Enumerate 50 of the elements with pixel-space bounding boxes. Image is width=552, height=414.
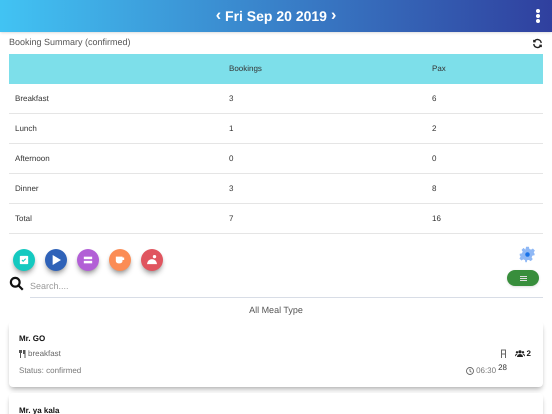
table-cell-text: Dinner <box>14 182 40 194</box>
search-field[interactable]: Search.... <box>30 274 543 298</box>
table-number: 28 <box>498 362 507 374</box>
cup-button[interactable] <box>109 249 131 271</box>
menu-button[interactable] <box>507 270 539 286</box>
guest-name: Mr. GO <box>19 332 46 344</box>
guest-name: Mr. ya kala <box>19 404 60 414</box>
table-cell-text: 16 <box>432 212 442 224</box>
menu-icon <box>520 276 526 280</box>
table-cell-text: 7 <box>229 212 234 224</box>
table-cell-text: 6 <box>432 92 438 104</box>
calendar-icon <box>19 255 29 265</box>
list-button[interactable] <box>77 249 99 271</box>
table-cell-text: Lunch <box>14 122 38 134</box>
booking-card[interactable]: Mr. ya kala <box>9 392 543 414</box>
table-cell-text: 0 <box>432 152 438 164</box>
table-cell-text: 8 <box>432 182 438 194</box>
booking-time: 06:30 <box>476 364 496 376</box>
summary-title: Booking Summary (confirmed) <box>9 36 131 50</box>
people-icon <box>514 350 525 357</box>
cup-icon <box>115 255 125 265</box>
play-icon <box>51 255 61 265</box>
cutlery-icon <box>19 350 26 358</box>
booking-status: Status: confirmed <box>19 364 82 376</box>
table-cell-text: 2 <box>432 122 438 134</box>
chair-icon <box>500 349 507 358</box>
meal-type: breakfast <box>28 348 61 360</box>
table-cell-text: 3 <box>229 182 234 194</box>
play-button[interactable] <box>45 249 67 271</box>
calendar-check-button[interactable] <box>13 249 35 271</box>
booking-card[interactable]: Mr. GO breakfast 2 Status: confirmed 06:30 28 <box>9 320 543 386</box>
settings-icon[interactable] <box>519 246 536 263</box>
clock-icon <box>466 366 474 374</box>
pax-count: 2 <box>526 348 531 360</box>
date-title: Fri Sep 20 2019 <box>225 6 327 26</box>
list-icon <box>83 255 93 265</box>
table-cell-text: Breakfast <box>14 92 50 104</box>
next-day-button[interactable]: › <box>330 8 336 24</box>
column-header: Pax <box>432 63 447 75</box>
previous-day-button[interactable]: ‹ <box>216 8 222 24</box>
meal-type-filter-label: All Meal Type <box>248 304 304 317</box>
more-menu-button[interactable] <box>536 9 540 23</box>
table-cell-text: Total <box>14 212 33 224</box>
table-cell-text: Afternoon <box>14 152 51 164</box>
table-cell-text: 1 <box>229 122 234 134</box>
refresh-icon[interactable] <box>532 38 543 48</box>
column-header: Bookings <box>229 63 263 75</box>
search-icon <box>9 276 24 290</box>
table-cell-text: 3 <box>229 92 234 104</box>
table-cell-text: 0 <box>229 152 234 164</box>
